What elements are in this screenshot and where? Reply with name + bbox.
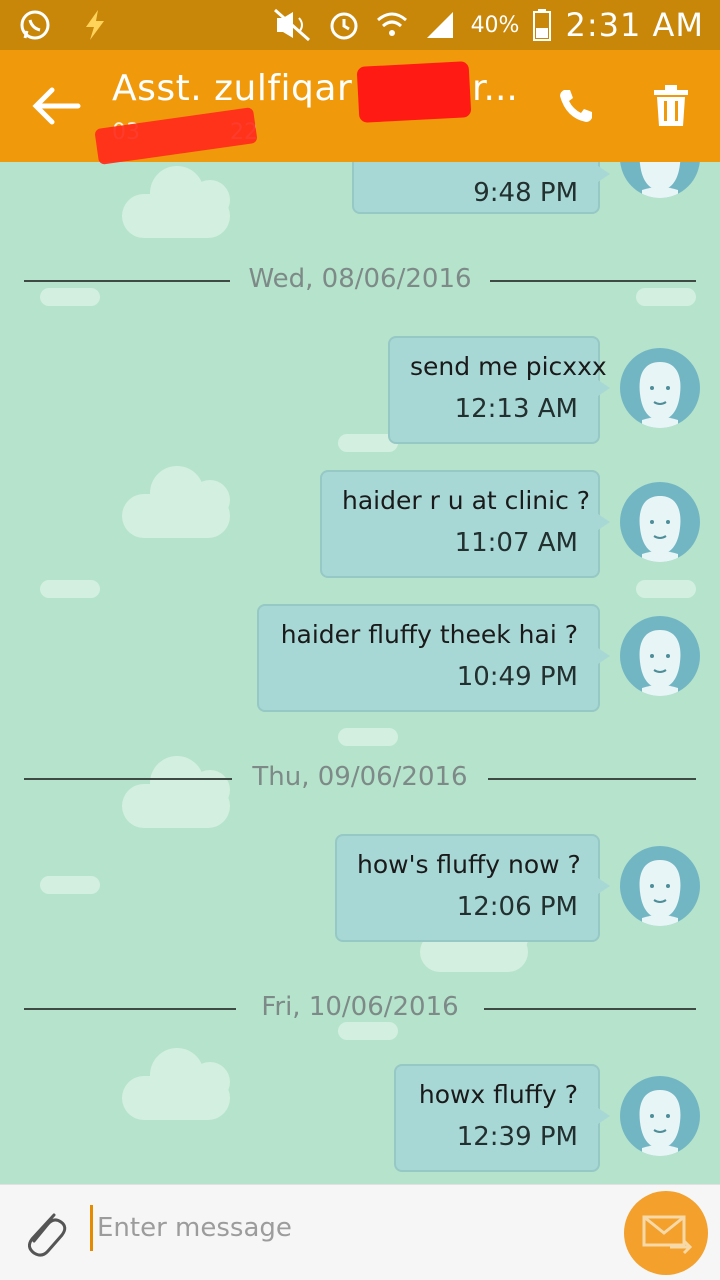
message-bubble[interactable]: how's fluffy now ? 12:06 PM	[335, 834, 610, 942]
background-cloud	[338, 1022, 398, 1040]
clock: 2:31 AM	[565, 6, 704, 44]
date-label: Thu, 09/06/2016	[252, 762, 468, 792]
date-label: Wed, 08/06/2016	[248, 264, 472, 294]
avatar-face-icon	[639, 162, 681, 198]
message-composer	[0, 1184, 720, 1280]
message-bubble[interactable]: 9:48 PM	[352, 162, 610, 214]
background-cloud	[122, 1048, 230, 1120]
message-text: how's fluffy now ?	[357, 850, 581, 879]
avatar-face-icon	[639, 496, 681, 562]
status-bar: 40% 2:31 AM	[0, 0, 720, 50]
message-time: 10:49 PM	[456, 662, 578, 692]
message-time: 11:07 AM	[454, 528, 578, 558]
background-cloud	[40, 580, 100, 598]
avatar-face-icon	[639, 1090, 681, 1156]
send-envelope-icon	[642, 1215, 693, 1255]
message-bubble[interactable]: send me picxxx 12:13 AM	[388, 336, 610, 444]
message-bubble[interactable]: haider r u at clinic ? 11:07 AM	[320, 470, 610, 578]
message-text: howx fluffy ?	[418, 1080, 578, 1109]
avatar-face-icon	[639, 630, 681, 696]
whatsapp-icon	[20, 10, 50, 40]
send-button[interactable]	[624, 1191, 708, 1275]
date-divider: Thu, 09/06/2016	[24, 762, 696, 792]
redaction-mark	[94, 107, 258, 165]
message-text: haider r u at clinic ?	[342, 486, 591, 515]
background-cloud	[122, 166, 230, 238]
signal-icon	[426, 12, 453, 38]
message-input[interactable]	[90, 1205, 600, 1251]
message-time: 9:48 PM	[473, 178, 578, 208]
avatar[interactable]	[620, 348, 700, 428]
avatar[interactable]	[620, 1076, 700, 1156]
mute-icon	[273, 8, 310, 42]
date-label: Fri, 10/06/2016	[261, 992, 459, 1022]
battery-percent: 40%	[470, 12, 520, 38]
message-time: 12:13 AM	[454, 394, 578, 424]
date-divider: Wed, 08/06/2016	[24, 264, 696, 294]
redaction-mark	[356, 61, 472, 123]
avatar[interactable]	[620, 846, 700, 926]
background-cloud	[338, 728, 398, 746]
alarm-icon	[330, 12, 358, 40]
battery-icon	[533, 9, 552, 41]
avatar-face-icon	[639, 860, 681, 926]
message-bubble[interactable]: haider fluffy theek hai ? 10:49 PM	[257, 604, 610, 712]
message-bubble[interactable]: howx fluffy ? 12:39 PM	[394, 1064, 610, 1172]
wifi-icon	[376, 12, 407, 36]
message-time: 12:06 PM	[456, 892, 578, 922]
contact-name-suffix: r...	[472, 68, 518, 109]
trash-icon[interactable]	[650, 84, 692, 128]
avatar[interactable]	[620, 616, 700, 696]
background-cloud	[122, 466, 230, 538]
avatar[interactable]	[620, 482, 700, 562]
message-text: send me picxxx	[410, 352, 607, 381]
contact-name[interactable]: Asst. zulfiqar	[112, 68, 352, 109]
message-time: 12:39 PM	[456, 1122, 578, 1152]
flash-icon	[86, 10, 104, 40]
back-arrow-icon[interactable]	[30, 84, 82, 128]
message-text: haider fluffy theek hai ?	[280, 620, 578, 649]
phone-icon[interactable]	[556, 86, 596, 126]
avatar-face-icon	[639, 362, 681, 428]
background-cloud	[40, 876, 100, 894]
avatar[interactable]	[620, 162, 700, 198]
date-divider: Fri, 10/06/2016	[24, 992, 696, 1022]
paperclip-icon[interactable]	[20, 1205, 70, 1261]
conversation-area[interactable]: 9:48 PM Wed, 08/06/2016 send me picxxx 1…	[0, 162, 720, 1184]
app-bar: Asst. zulfiqar r... 03 22	[0, 50, 720, 165]
background-cloud	[636, 580, 696, 598]
